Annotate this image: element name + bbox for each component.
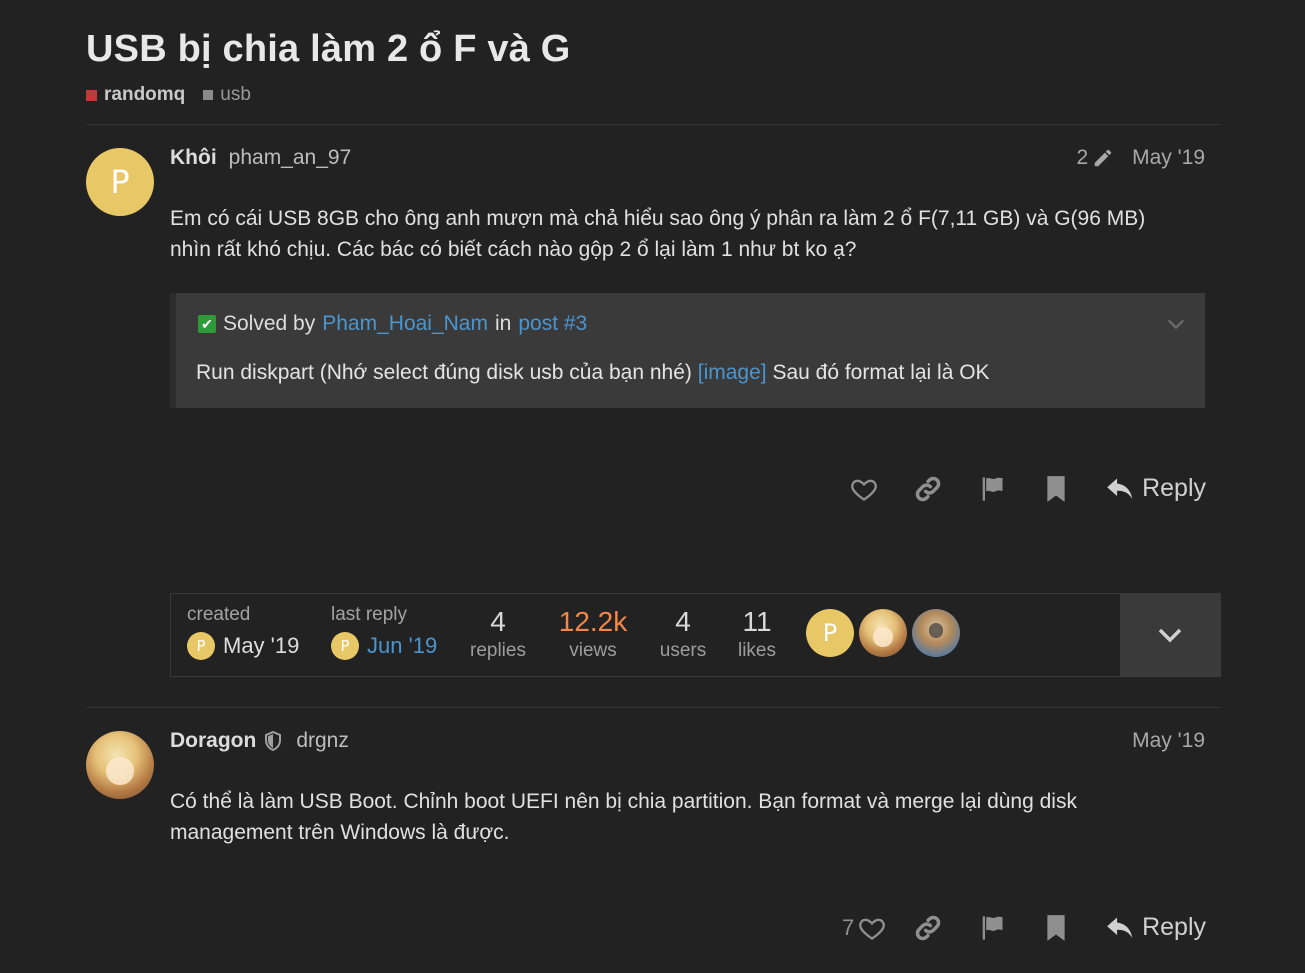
shield-icon	[265, 731, 282, 751]
like-button[interactable]: 7	[832, 914, 896, 942]
accepted-answer: ✔ Solved by Pham_Hoai_Nam in post #3 Run…	[170, 293, 1205, 408]
topic-map: created P May '19 last reply P Jun '19 4…	[170, 593, 1221, 677]
username[interactable]: Doragon	[170, 729, 256, 753]
excerpt-image-link[interactable]: [image]	[698, 361, 767, 384]
accepted-answer-header: ✔ Solved by Pham_Hoai_Nam in post #3	[198, 312, 587, 336]
post-author: Khôi pham_an_97	[170, 146, 351, 170]
avatar[interactable]	[86, 731, 154, 799]
views-count: 12.2k	[558, 606, 628, 637]
participant-avatars: P	[806, 609, 960, 657]
reply-label: Reply	[1142, 913, 1206, 941]
post-content: Em có cái USB 8GB cho ông anh mượn mà ch…	[170, 207, 1146, 261]
users-count: 4	[675, 606, 691, 637]
post-actions: Reply	[832, 474, 1206, 503]
chevron-down-icon	[1158, 628, 1182, 643]
flag-button[interactable]	[960, 914, 1024, 942]
views-stat: 12.2k views	[553, 606, 633, 662]
post-date[interactable]: May '19	[1132, 729, 1205, 753]
solved-by-label: Solved by	[223, 312, 316, 335]
solver-link[interactable]: Pham_Hoai_Nam	[322, 312, 488, 336]
pencil-icon	[1094, 149, 1112, 167]
avatar[interactable]: P	[806, 609, 854, 657]
created-value[interactable]: P May '19	[187, 632, 299, 660]
post-date[interactable]: May '19	[1132, 146, 1205, 170]
chevron-down-icon[interactable]	[1165, 313, 1187, 335]
excerpt-text-before: Run diskpart (Nhớ select đúng disk usb c…	[196, 361, 692, 384]
replies-label: replies	[470, 640, 526, 661]
reply-icon	[1107, 917, 1133, 938]
divider	[86, 707, 1221, 708]
post-date-area: 2 May '19	[1076, 146, 1205, 170]
bookmark-button[interactable]	[1024, 475, 1088, 503]
topic-title[interactable]: USB bị chia làm 2 ổ F và G	[86, 28, 571, 71]
category-name: randomq	[104, 84, 186, 105]
reply-button[interactable]: Reply	[1106, 474, 1206, 503]
topic-tags: randomq usb	[86, 84, 251, 106]
share-link-button[interactable]	[896, 914, 960, 942]
avatar-letter: P	[340, 637, 350, 655]
last-reply-info: last reply P Jun '19	[331, 604, 437, 660]
replies-stat: 4 replies	[463, 606, 533, 662]
avatar-letter: P	[110, 163, 130, 201]
heart-icon	[859, 918, 886, 940]
tag-link[interactable]: usb	[203, 84, 251, 106]
likes-count: 11	[742, 606, 772, 637]
avatar-letter: P	[196, 637, 206, 655]
created-label: created	[187, 604, 251, 625]
flag-icon	[982, 476, 1003, 501]
views-label: views	[569, 640, 617, 661]
users-label: users	[659, 640, 707, 661]
likes-label: likes	[737, 640, 776, 661]
post-date-area: May '19	[1132, 729, 1205, 753]
link-icon	[915, 915, 941, 940]
flag-button[interactable]	[960, 475, 1024, 503]
category-badge-icon	[86, 89, 97, 101]
tag-badge-icon	[203, 90, 214, 100]
topic-map-expand-button[interactable]	[1120, 594, 1220, 676]
post-author: Doragon drgnz	[170, 729, 349, 753]
tag-name: usb	[220, 84, 251, 105]
user-handle[interactable]: drgnz	[296, 729, 349, 753]
like-count: 7	[841, 914, 855, 940]
category-link[interactable]: randomq	[86, 84, 185, 106]
share-link-button[interactable]	[896, 475, 960, 503]
reply-button[interactable]: Reply	[1106, 913, 1206, 942]
last-reply-value[interactable]: P Jun '19	[331, 632, 437, 660]
avatar-letter: P	[822, 619, 838, 647]
flag-icon	[982, 915, 1003, 940]
avatar[interactable]: P	[86, 148, 154, 216]
users-stat: 4 users	[651, 606, 715, 662]
reply-icon	[1107, 478, 1133, 499]
last-reply-date: Jun '19	[367, 633, 438, 658]
reply-label: Reply	[1142, 474, 1206, 502]
avatar[interactable]	[859, 609, 907, 657]
replies-count: 4	[490, 606, 506, 637]
post-content: Có thể là làm USB Boot. Chỉnh boot UEFI …	[170, 790, 1077, 844]
created-date: May '19	[223, 633, 300, 658]
excerpt-text-after: Sau đó format lại là OK	[772, 361, 990, 384]
divider	[86, 124, 1221, 125]
avatar: P	[187, 632, 215, 660]
bookmark-icon	[1047, 914, 1065, 941]
user-handle[interactable]: pham_an_97	[229, 146, 352, 170]
edit-count: 2	[1076, 146, 1089, 169]
heart-icon	[851, 479, 877, 501]
username[interactable]: Khôi	[170, 146, 217, 170]
avatar[interactable]	[912, 609, 960, 657]
bookmark-icon	[1047, 475, 1065, 502]
solution-post-link[interactable]: post #3	[518, 312, 587, 336]
like-button[interactable]	[832, 475, 896, 503]
avatar: P	[331, 632, 359, 660]
bookmark-button[interactable]	[1024, 914, 1088, 942]
solved-in-label: in	[494, 312, 512, 335]
created-info: created P May '19	[187, 604, 299, 660]
accepted-answer-excerpt: Run diskpart (Nhớ select đúng disk usb c…	[196, 361, 990, 385]
check-icon: ✔	[198, 315, 216, 333]
post-actions: 7 Reply	[832, 913, 1206, 942]
likes-stat: 11 likes	[729, 606, 785, 662]
last-reply-label: last reply	[331, 604, 408, 625]
link-icon	[915, 476, 941, 501]
edit-history-button[interactable]: 2	[1076, 146, 1114, 170]
